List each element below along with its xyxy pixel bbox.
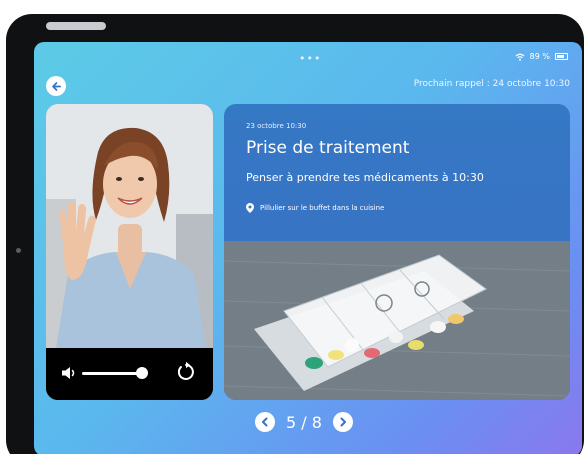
reminder-location: Pillulier sur le buffet dans la cuisine	[246, 203, 384, 213]
reminder-datetime: 23 octobre 10:30	[246, 122, 307, 130]
replay-icon[interactable]	[176, 361, 196, 383]
reminder-message: Penser à prendre tes médicaments à 10:30	[246, 171, 484, 184]
reminder-title: Prise de traitement	[246, 138, 410, 158]
tablet-frame: ••• 89 % Prochain rappel : 24 octobre 10…	[6, 14, 584, 454]
chevron-left-icon	[262, 417, 268, 427]
reminder-card: 23 octobre 10:30 Prise de traitement Pen…	[224, 104, 570, 400]
next-button[interactable]	[333, 412, 353, 432]
pill-organizer-illustration	[224, 241, 570, 400]
screen: ••• 89 % Prochain rappel : 24 octobre 10…	[34, 42, 582, 454]
pill-organizer-image	[224, 241, 570, 400]
previous-button[interactable]	[255, 412, 275, 432]
status-bar: 89 %	[515, 52, 568, 61]
tablet-top-button	[46, 22, 106, 30]
video-controls	[46, 348, 213, 400]
woman-video-image[interactable]	[46, 104, 213, 348]
pager: 5 / 8	[255, 412, 353, 432]
speaker-icon[interactable]	[61, 365, 77, 381]
multitask-dots[interactable]: •••	[299, 53, 321, 64]
battery-icon	[555, 53, 568, 60]
battery-text: 89 %	[529, 52, 550, 61]
chevron-right-icon	[340, 417, 346, 427]
location-pin-icon	[246, 203, 254, 213]
next-reminder: Prochain rappel : 24 octobre 10:30	[413, 79, 570, 89]
video-card	[46, 104, 213, 400]
volume-slider-thumb[interactable]	[136, 367, 148, 379]
tablet-camera	[16, 248, 21, 253]
woman-waving-illustration	[46, 104, 213, 348]
location-text: Pillulier sur le buffet dans la cuisine	[260, 204, 385, 212]
arrow-left-icon	[51, 81, 61, 91]
back-button[interactable]	[46, 76, 66, 96]
volume-slider-track[interactable]	[82, 372, 142, 375]
page-indicator: 5 / 8	[286, 412, 322, 432]
wifi-icon	[515, 53, 525, 61]
